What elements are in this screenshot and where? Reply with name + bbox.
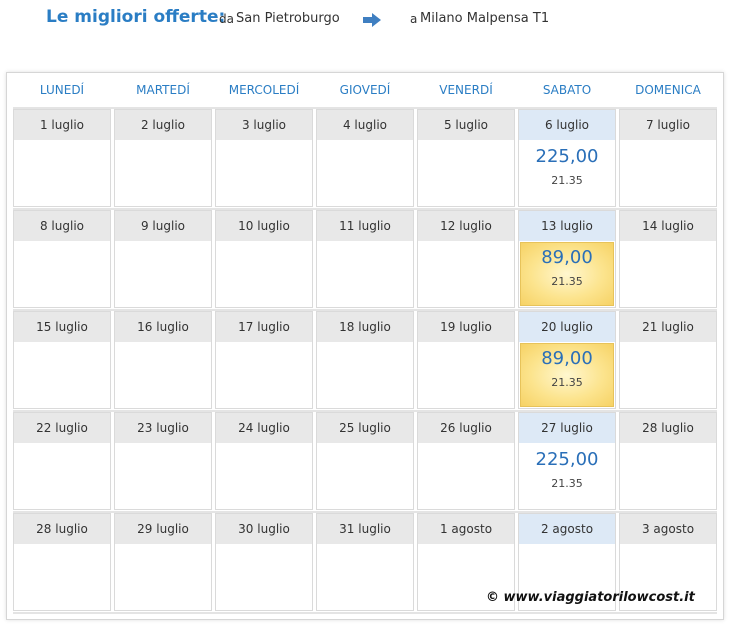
calendar-day-cell[interactable]: 11 luglio — [316, 210, 414, 308]
calendar-day-cell[interactable]: 29 luglio — [114, 513, 212, 611]
weekday-header: GIOVEDÍ — [339, 83, 391, 97]
weekday-header: SABATO — [542, 83, 592, 97]
calendar-day-cell[interactable]: 12 luglio — [417, 210, 515, 308]
day-date-label: 1 luglio — [14, 110, 110, 140]
calendar-day-cell[interactable]: 24 luglio — [215, 412, 313, 510]
best-offer-highlight[interactable]: 89,00 21.35 — [520, 343, 614, 407]
day-date-label: 6 luglio — [519, 110, 615, 140]
calendar-day-cell[interactable]: 26 luglio — [417, 412, 515, 510]
calendar-day-cell[interactable]: 4 luglio — [316, 109, 414, 207]
day-date-label: 19 luglio — [418, 312, 514, 342]
calendar-day-cell[interactable]: 23 luglio — [114, 412, 212, 510]
day-date-label: 21 luglio — [620, 312, 716, 342]
calendar-day-cell[interactable]: 2 luglio — [114, 109, 212, 207]
offer-price[interactable]: 89,00 — [521, 348, 613, 370]
calendar-day-cell[interactable]: 22 luglio — [13, 412, 111, 510]
calendar-day-cell[interactable]: 14 luglio — [619, 210, 717, 308]
day-date-label: 27 luglio — [519, 413, 615, 443]
day-date-label: 3 luglio — [216, 110, 312, 140]
day-date-label: 12 luglio — [418, 211, 514, 241]
weekday-header: DOMENICA — [635, 83, 701, 97]
day-date-label: 28 luglio — [620, 413, 716, 443]
calendar-day-cell[interactable]: 7 luglio — [619, 109, 717, 207]
departure-time: 21.35 — [551, 376, 583, 389]
from-prefix: da — [219, 12, 234, 26]
calendar-day-cell[interactable]: 5 luglio — [417, 109, 515, 207]
calendar-day-cell[interactable]: 20 luglio 89,00 21.35 — [518, 311, 616, 409]
day-date-label: 2 agosto — [519, 514, 615, 544]
weekday-header: LUNEDÍ — [39, 83, 85, 97]
day-date-label: 24 luglio — [216, 413, 312, 443]
day-date-label: 20 luglio — [519, 312, 615, 342]
offers-calendar: LUNEDÍ MARTEDÍ MERCOLEDÍ GIOVEDÍ VENERDÍ SABA… — [6, 72, 724, 620]
row-divider — [13, 612, 717, 614]
watermark: © www.viaggiatorilowcost.it — [486, 590, 695, 605]
day-date-label: 22 luglio — [14, 413, 110, 443]
calendar-day-cell[interactable]: 27 luglio 225,00 21.35 — [518, 412, 616, 510]
origin-city: San Pietroburgo — [236, 11, 340, 26]
calendar-day-cell[interactable]: 13 luglio 89,00 21.35 — [518, 210, 616, 308]
day-date-label: 29 luglio — [115, 514, 211, 544]
calendar-day-cell[interactable]: 15 luglio — [13, 311, 111, 409]
calendar-day-cell[interactable]: 17 luglio — [215, 311, 313, 409]
offer-price[interactable]: 225,00 — [519, 449, 615, 471]
page-title: Le migliori offerte: — [46, 7, 226, 27]
offer-price[interactable]: 89,00 — [521, 247, 613, 269]
day-date-label: 9 luglio — [115, 211, 211, 241]
calendar-day-cell[interactable]: 8 luglio — [13, 210, 111, 308]
day-date-label: 1 agosto — [418, 514, 514, 544]
day-date-label: 26 luglio — [418, 413, 514, 443]
day-date-label: 4 luglio — [317, 110, 413, 140]
to-prefix: a — [410, 12, 418, 26]
calendar-day-cell[interactable]: 3 luglio — [215, 109, 313, 207]
best-offer-highlight[interactable]: 89,00 21.35 — [520, 242, 614, 306]
day-date-label: 14 luglio — [620, 211, 716, 241]
weekday-header: VENERDÍ — [439, 83, 493, 97]
calendar-day-cell[interactable]: 28 luglio — [619, 412, 717, 510]
calendar-day-cell[interactable]: 6 luglio 225,00 21.35 — [518, 109, 616, 207]
day-date-label: 2 luglio — [115, 110, 211, 140]
day-date-label: 15 luglio — [14, 312, 110, 342]
day-date-label: 18 luglio — [317, 312, 413, 342]
calendar-day-cell[interactable]: 18 luglio — [316, 311, 414, 409]
day-date-label: 28 luglio — [14, 514, 110, 544]
weekday-header: MERCOLEDÍ — [228, 83, 300, 97]
calendar-day-cell[interactable]: 31 luglio — [316, 513, 414, 611]
departure-time: 21.35 — [551, 174, 583, 187]
day-date-label: 17 luglio — [216, 312, 312, 342]
day-date-label: 7 luglio — [620, 110, 716, 140]
day-date-label: 13 luglio — [519, 211, 615, 241]
calendar-day-cell[interactable]: 21 luglio — [619, 311, 717, 409]
offer-price[interactable]: 225,00 — [519, 146, 615, 168]
day-date-label: 10 luglio — [216, 211, 312, 241]
day-date-label: 3 agosto — [620, 514, 716, 544]
day-date-label: 16 luglio — [115, 312, 211, 342]
calendar-day-cell[interactable]: 25 luglio — [316, 412, 414, 510]
day-date-label: 5 luglio — [418, 110, 514, 140]
weekday-header: MARTEDÍ — [136, 83, 190, 97]
calendar-day-cell[interactable]: 9 luglio — [114, 210, 212, 308]
day-date-label: 11 luglio — [317, 211, 413, 241]
destination-city: Milano Malpensa T1 — [420, 11, 550, 26]
departure-time: 21.35 — [551, 275, 583, 288]
calendar-day-cell[interactable]: 19 luglio — [417, 311, 515, 409]
day-date-label: 25 luglio — [317, 413, 413, 443]
calendar-day-cell[interactable]: 30 luglio — [215, 513, 313, 611]
header: Le migliori offerte: da San Pietroburgo … — [0, 0, 730, 40]
calendar-day-cell[interactable]: 16 luglio — [114, 311, 212, 409]
day-date-label: 8 luglio — [14, 211, 110, 241]
day-date-label: 31 luglio — [317, 514, 413, 544]
calendar-day-cell[interactable]: 28 luglio — [13, 513, 111, 611]
calendar-day-cell[interactable]: 1 luglio — [13, 109, 111, 207]
departure-time: 21.35 — [551, 477, 583, 490]
calendar-day-cell[interactable]: 10 luglio — [215, 210, 313, 308]
day-date-label: 23 luglio — [115, 413, 211, 443]
right-arrow-icon — [363, 13, 381, 27]
day-date-label: 30 luglio — [216, 514, 312, 544]
